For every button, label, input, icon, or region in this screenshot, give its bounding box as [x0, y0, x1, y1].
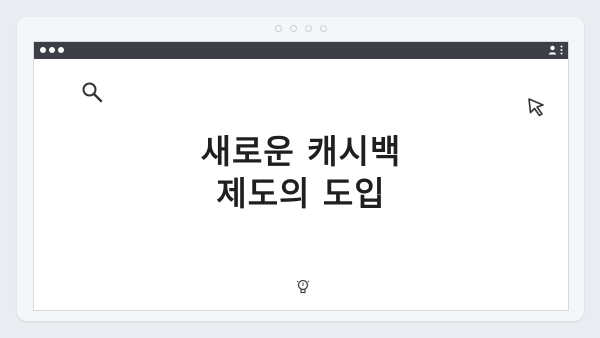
device-camera-dots [274, 25, 327, 32]
lightbulb-icon [296, 279, 310, 294]
search-icon [82, 82, 103, 103]
user-icon[interactable] [548, 45, 557, 55]
browser-window: 새로운 캐시백 제도의 도입 [33, 41, 569, 311]
menu-icon[interactable] [560, 45, 563, 55]
titlebar-right-icons [548, 45, 563, 55]
device-frame: 새로운 캐시백 제도의 도입 [17, 17, 584, 321]
cursor-icon [528, 98, 544, 117]
close-window-button[interactable] [40, 47, 46, 53]
page-content: 새로운 캐시백 제도의 도입 [34, 59, 568, 310]
window-titlebar [34, 42, 568, 59]
minimize-window-button[interactable] [49, 47, 55, 53]
window-controls [40, 47, 64, 53]
camera-dot [289, 25, 297, 32]
camera-dot [304, 25, 312, 32]
camera-dot [319, 25, 327, 32]
page-title-line-1: 새로운 캐시백 [200, 132, 402, 171]
page-title: 새로운 캐시백 제도의 도입 [34, 131, 568, 215]
maximize-window-button[interactable] [58, 47, 64, 53]
camera-dot [274, 25, 282, 32]
page-title-line-2: 제도의 도입 [216, 174, 386, 213]
